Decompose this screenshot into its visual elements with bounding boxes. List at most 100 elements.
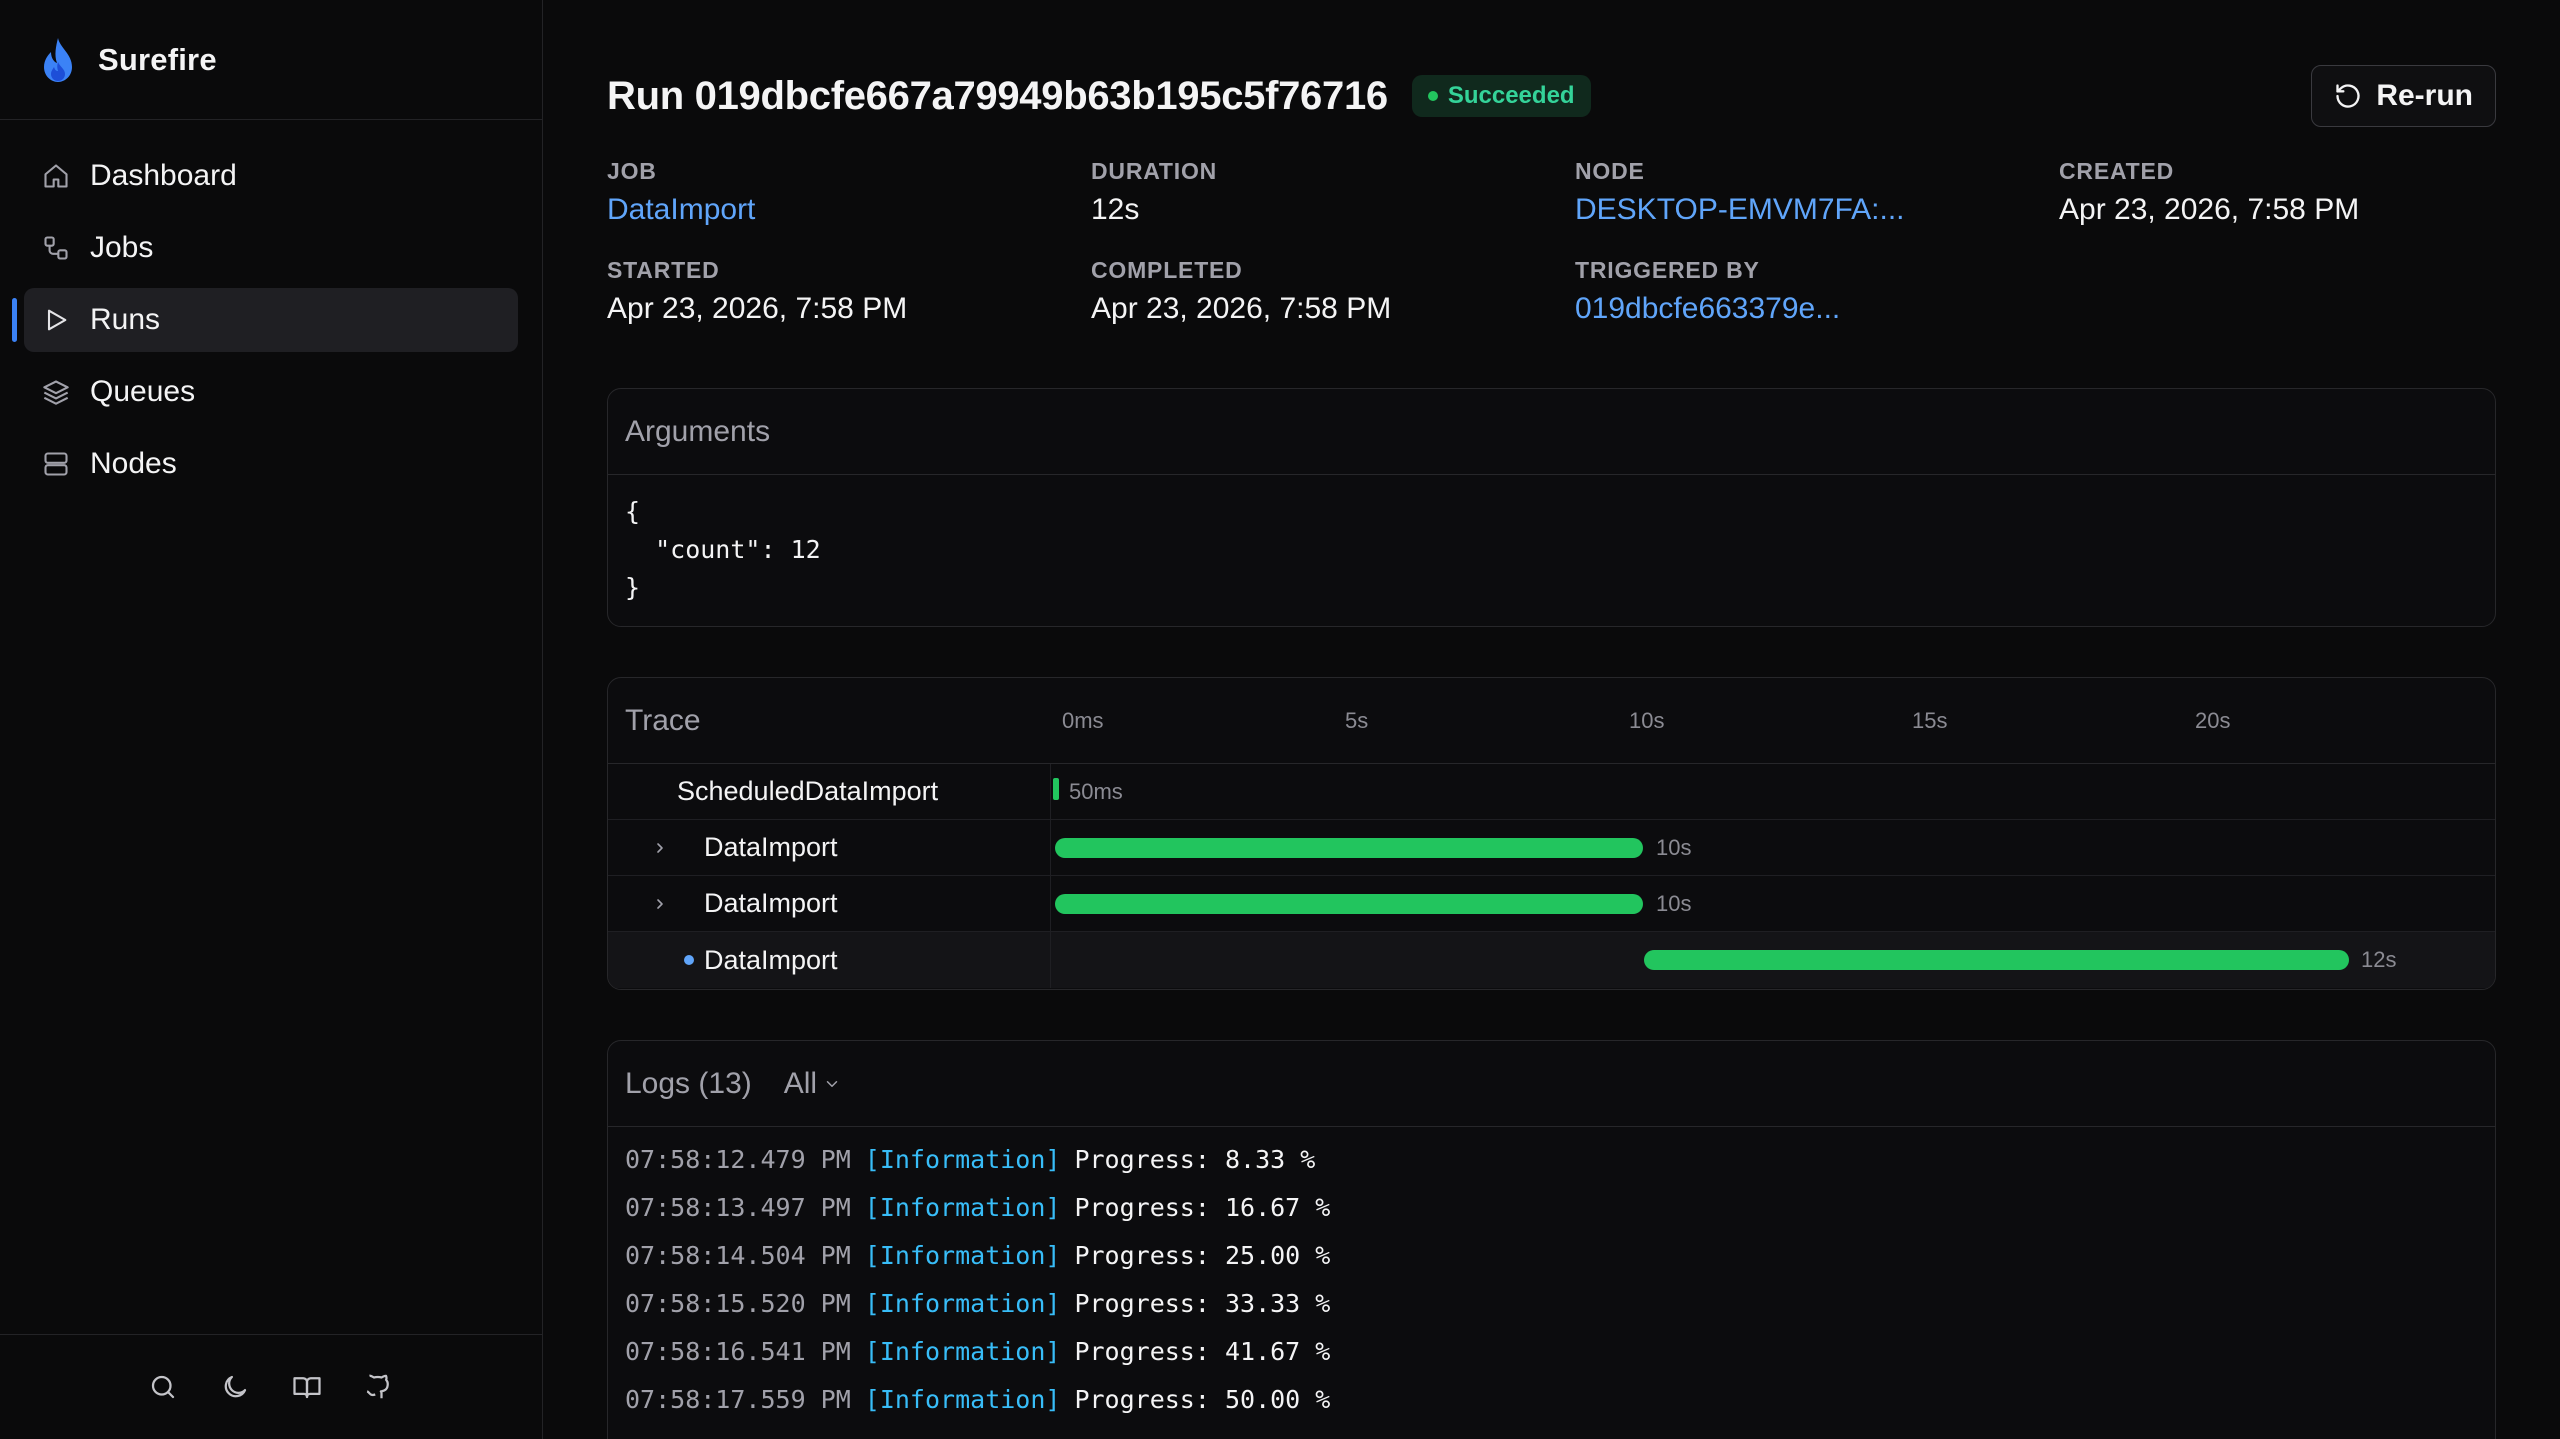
span-bar	[1055, 838, 1643, 858]
meta-label: DURATION	[1091, 158, 1218, 184]
span-duration: 10s	[1656, 835, 1692, 860]
span-bar	[1055, 894, 1643, 914]
trace-tick: 20s	[2195, 708, 2231, 733]
github-icon[interactable]	[363, 1371, 395, 1403]
trace-row[interactable]: DataImport 10s	[608, 820, 2495, 876]
span-bar	[1644, 950, 2349, 970]
log-message: Progress: 33.33 %	[1074, 1288, 1331, 1318]
nav-item-nodes[interactable]: Nodes	[24, 432, 518, 496]
main-nav: Dashboard Jobs Runs Queues Nodes	[0, 120, 542, 520]
trace-tick: 5s	[1345, 708, 1369, 733]
log-message: Progress: 16.67 %	[1074, 1192, 1331, 1222]
flame-logo-icon	[38, 36, 80, 84]
rerun-label: Re-run	[2376, 79, 2473, 112]
trace-row[interactable]: DataImport 10s	[608, 876, 2495, 932]
arguments-title: Arguments	[608, 389, 2495, 475]
trace-title: Trace	[625, 703, 701, 737]
trace-header: Trace 0ms 5s 10s 15s 20s	[608, 678, 2495, 764]
trace-tick: 0ms	[1062, 708, 1104, 733]
nav-item-dashboard[interactable]: Dashboard	[24, 144, 518, 208]
arguments-json: { "count": 12 }	[625, 497, 821, 602]
nav-item-label: Nodes	[90, 447, 177, 480]
job-link[interactable]: DataImport	[607, 193, 1091, 227]
nav-item-label: Queues	[90, 375, 196, 408]
nav-item-label: Dashboard	[90, 159, 237, 192]
log-level: [Information]	[864, 1240, 1061, 1270]
completed-value: Apr 23, 2026, 7:58 PM	[1091, 292, 1392, 325]
log-level: [Information]	[864, 1144, 1061, 1174]
chevron-right-icon[interactable]	[650, 894, 670, 914]
main-content: Run 019dbcfe667a79949b63b195c5f76716 Suc…	[543, 0, 2560, 1439]
jobs-icon	[40, 232, 72, 264]
nav-item-jobs[interactable]: Jobs	[24, 216, 518, 280]
log-message: Progress: 8.33 %	[1074, 1144, 1316, 1174]
run-metadata: JOB DataImport DURATION 12s NODE DESKTOP…	[607, 158, 2496, 326]
log-line: 07:58:15.520 PM [Information] Progress: …	[625, 1279, 2478, 1327]
nav-item-runs[interactable]: Runs	[12, 288, 518, 352]
meta-label: NODE	[1575, 158, 1645, 184]
home-icon	[40, 160, 72, 192]
brand[interactable]: Surefire	[0, 0, 542, 120]
log-time: 07:58:13.497 PM	[625, 1192, 851, 1222]
current-span-dot-icon	[684, 955, 694, 965]
span-bar	[1053, 778, 1059, 800]
trace-row[interactable]: ScheduledDataImport 50ms	[608, 764, 2495, 820]
nav-item-label: Jobs	[90, 231, 154, 264]
log-message: Progress: 25.00 %	[1074, 1240, 1331, 1270]
meta-triggered-by: TRIGGERED BY 019dbcfe663379e...	[1575, 257, 2059, 326]
status-text: Succeeded	[1447, 82, 1575, 109]
span-name: ScheduledDataImport	[677, 776, 939, 806]
log-time: 07:58:17.559 PM	[625, 1384, 851, 1414]
span-duration: 50ms	[1069, 779, 1123, 804]
meta-started: STARTED Apr 23, 2026, 7:58 PM	[607, 257, 1091, 326]
meta-label: TRIGGERED BY	[1575, 257, 1760, 283]
log-lines: 07:58:12.479 PM [Information] Progress: …	[608, 1127, 2495, 1431]
play-icon	[40, 304, 72, 336]
meta-label: STARTED	[607, 257, 720, 283]
moon-icon[interactable]	[219, 1371, 251, 1403]
log-time: 07:58:16.541 PM	[625, 1336, 851, 1366]
meta-job: JOB DataImport	[607, 158, 1091, 227]
search-icon[interactable]	[147, 1371, 179, 1403]
trace-row-current[interactable]: DataImport 12s	[608, 932, 2495, 988]
nav-item-queues[interactable]: Queues	[24, 360, 518, 424]
chevron-down-icon	[826, 1080, 838, 1087]
log-level: [Information]	[864, 1336, 1061, 1366]
page-header: Run 019dbcfe667a79949b63b195c5f76716 Suc…	[607, 64, 2496, 128]
meta-completed: COMPLETED Apr 23, 2026, 7:58 PM	[1091, 257, 1575, 326]
duration-value: 12s	[1091, 193, 1140, 226]
book-icon[interactable]	[291, 1371, 323, 1403]
node-link[interactable]: DESKTOP-EMVM7FA:...	[1575, 193, 2059, 227]
log-time: 07:58:12.479 PM	[625, 1144, 851, 1174]
trace-row-name-cell: DataImport	[608, 820, 1051, 875]
trace-row-name-cell: DataImport	[608, 876, 1051, 931]
meta-label: COMPLETED	[1091, 257, 1243, 283]
log-line: 07:58:17.559 PM [Information] Progress: …	[625, 1375, 2478, 1423]
meta-label: JOB	[607, 158, 657, 184]
log-line: 07:58:14.504 PM [Information] Progress: …	[625, 1231, 2478, 1279]
logs-title: Logs (13)	[625, 1066, 752, 1100]
created-value: Apr 23, 2026, 7:58 PM	[2059, 193, 2360, 226]
triggered-by-link[interactable]: 019dbcfe663379e...	[1575, 292, 2059, 326]
log-time: 07:58:14.504 PM	[625, 1240, 851, 1270]
trace-row-name-cell: DataImport	[608, 932, 1051, 988]
log-time: 07:58:15.520 PM	[625, 1288, 851, 1318]
arguments-panel: Arguments { "count": 12 }	[607, 388, 2496, 627]
span-name: DataImport	[704, 888, 838, 918]
meta-duration: DURATION 12s	[1091, 158, 1575, 227]
span-name: DataImport	[704, 944, 838, 975]
filter-value: All	[783, 1066, 818, 1100]
layers-icon	[40, 376, 72, 408]
span-name: DataImport	[704, 832, 838, 862]
meta-node: NODE DESKTOP-EMVM7FA:...	[1575, 158, 2059, 227]
log-level-filter[interactable]: All	[784, 1067, 841, 1101]
logs-header: Logs (13) All	[608, 1041, 2495, 1127]
logs-panel: Logs (13) All 07:58:12.479 PM [Informati…	[607, 1040, 2496, 1439]
log-level: [Information]	[864, 1192, 1061, 1222]
chevron-right-icon[interactable]	[650, 838, 670, 858]
trace-panel: Trace 0ms 5s 10s 15s 20s ScheduledDataIm…	[607, 677, 2496, 990]
server-icon	[40, 448, 72, 480]
rerun-button[interactable]: Re-run	[2311, 65, 2496, 127]
meta-label: CREATED	[2059, 158, 2175, 184]
log-level: [Information]	[864, 1288, 1061, 1318]
